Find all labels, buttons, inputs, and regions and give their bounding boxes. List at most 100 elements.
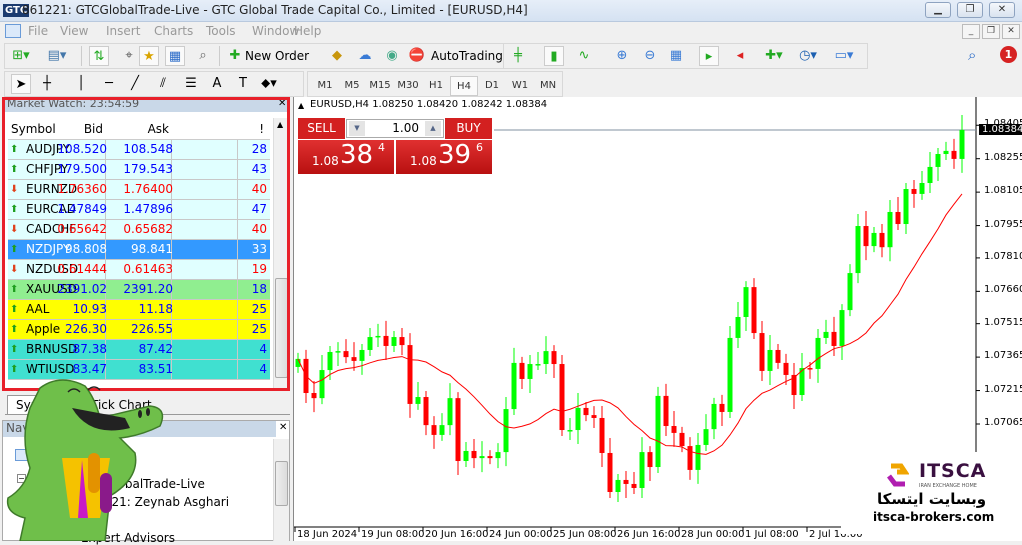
trendline-icon[interactable]: ╱	[125, 74, 145, 94]
lot-size-input[interactable]: ▼ 1.00 ▲	[346, 119, 444, 138]
chart-window[interactable]: ▲ EURUSD,H4 1.08250 1.08420 1.08242 1.08…	[293, 97, 1022, 541]
auto-scroll-icon[interactable]: ▸	[699, 46, 719, 66]
market-watch-scrollbar[interactable]: ▲	[273, 118, 287, 388]
scroll-up-icon[interactable]: ▲	[277, 120, 283, 129]
search-icon[interactable]: ⌕	[968, 46, 976, 64]
arrows-icon[interactable]: ⬥▾	[259, 74, 279, 94]
mdi-minimize-button[interactable]: _	[962, 24, 980, 39]
candle-bullish	[935, 154, 941, 167]
scroll-thumb[interactable]	[275, 278, 287, 378]
column-spread[interactable]: !	[259, 118, 264, 140]
market-watch-row[interactable]: ⬆ BRNUSD 87.38 87.42 4	[8, 340, 270, 360]
restore-button[interactable]: ❐	[957, 2, 983, 18]
market-watch-row[interactable]: ⬆ XAUUSD 2391.02 2391.20 18	[8, 280, 270, 300]
bar-chart-icon[interactable]: ╪	[508, 46, 528, 66]
cursor-icon[interactable]: ➤	[11, 74, 31, 94]
market-watch-row[interactable]: ⬇ EURNZD 1.76360 1.76400 40	[8, 180, 270, 200]
timeframe-h1[interactable]: H1	[422, 76, 450, 96]
navigator-scroll-thumb[interactable]	[275, 461, 288, 506]
horizontal-line-icon[interactable]: ─	[99, 74, 119, 94]
crosshair-data-window-icon[interactable]: ⌖	[119, 46, 139, 66]
indicators-icon[interactable]: ✚▾	[764, 46, 784, 66]
zoom-out-icon[interactable]: ⊖	[640, 46, 660, 66]
new-order-button[interactable]: New Order	[245, 49, 309, 63]
buy-button[interactable]: BUY	[445, 118, 492, 139]
timeframe-m15[interactable]: M15	[366, 76, 394, 96]
candle-bullish	[703, 429, 709, 445]
timeframe-m5[interactable]: M5	[338, 76, 366, 96]
candle-bearish	[551, 351, 557, 365]
column-symbol[interactable]: Symbol	[11, 118, 56, 140]
navigator-icon[interactable]: ★	[139, 46, 159, 66]
menu-file[interactable]: File	[28, 24, 48, 38]
profiles-icon[interactable]: ▤▾	[47, 46, 67, 66]
row-symbol: WTIUSD	[26, 362, 75, 376]
chart-shift-icon[interactable]: ◂	[730, 46, 750, 66]
market-icon[interactable]: ◉	[382, 46, 402, 66]
templates-icon[interactable]: ▭▾	[834, 46, 854, 66]
notification-badge[interactable]: 1	[1000, 46, 1017, 63]
close-navigator-icon[interactable]: ✕	[279, 422, 287, 433]
market-watch-row[interactable]: ⬆ AUDJPY 108.520 108.548 28	[8, 140, 270, 160]
crosshair-icon[interactable]: ┼	[37, 74, 57, 94]
navigator-scrollbar[interactable]	[273, 439, 289, 541]
candle-bearish	[679, 432, 685, 447]
market-watch-row[interactable]: ⬆ NZDJPY 98.808 98.841 33	[8, 240, 270, 260]
lot-increase-button[interactable]: ▲	[425, 121, 441, 136]
candle-bullish	[727, 337, 733, 412]
tile-windows-icon[interactable]: ▦	[666, 46, 686, 66]
candle-bearish	[407, 345, 413, 404]
timeframe-m30[interactable]: M30	[394, 76, 422, 96]
menu-window[interactable]: Window	[252, 24, 299, 38]
lot-size-value[interactable]: 1.00	[392, 121, 419, 135]
new-chart-icon[interactable]: ⊞▾	[11, 46, 31, 66]
text-label-icon[interactable]: T	[233, 74, 253, 94]
menu-insert[interactable]: Insert	[106, 24, 140, 38]
time-tick-label: 19 Jun 08:00	[361, 529, 425, 540]
market-watch-row[interactable]: ⬆ AAL 10.93 11.18 25	[8, 300, 270, 320]
menu-tools[interactable]: Tools	[206, 24, 236, 38]
market-watch-row[interactable]: ⬆ WTIUSD 83.47 83.51 4	[8, 360, 270, 380]
timeframe-h4[interactable]: H4	[450, 76, 478, 96]
market-watch-row[interactable]: ⬇ CADCHF 0.65642 0.65682 40	[8, 220, 270, 240]
timeframe-m1[interactable]: M1	[311, 76, 339, 96]
vertical-line-icon[interactable]: │	[71, 74, 91, 94]
text-icon[interactable]: A	[207, 74, 227, 94]
signals-icon[interactable]: ☁	[355, 46, 375, 66]
timeframe-mn[interactable]: MN	[534, 76, 562, 96]
arrow-up-icon: ⬆	[10, 344, 19, 355]
candle-bearish	[895, 211, 901, 225]
timeframe-d1[interactable]: D1	[478, 76, 506, 96]
row-bid: 0.61444	[57, 262, 107, 276]
close-panel-icon[interactable]: ✕	[278, 100, 286, 109]
column-ask[interactable]: Ask	[148, 118, 169, 140]
mdi-close-button[interactable]: ✕	[1002, 24, 1020, 39]
market-watch-row[interactable]: ⬆ EURCAD 1.47849 1.47896 47	[8, 200, 270, 220]
menu-view[interactable]: View	[60, 24, 88, 38]
column-bid[interactable]: Bid	[84, 118, 103, 140]
market-watch-row[interactable]: ⬆ CHFJPY 179.500 179.543 43	[8, 160, 270, 180]
line-chart-icon[interactable]: ∿	[574, 46, 594, 66]
autotrading-button[interactable]: AutoTrading	[431, 49, 503, 63]
close-button[interactable]: ✕	[989, 2, 1015, 18]
mdi-restore-button[interactable]: ❐	[982, 24, 1000, 39]
sell-button[interactable]: SELL	[298, 118, 345, 139]
candlestick-chart-icon[interactable]: ▮	[544, 46, 564, 66]
market-watch-row[interactable]: ⬆ Apple 226.30 226.55 25	[8, 320, 270, 340]
lot-decrease-button[interactable]: ▼	[349, 121, 365, 136]
minimize-button[interactable]: ▁	[925, 2, 951, 18]
buy-price-button[interactable]: 1.08 39 6	[396, 140, 492, 174]
menu-charts[interactable]: Charts	[154, 24, 193, 38]
metaeditor-icon[interactable]: ◆	[327, 46, 347, 66]
sell-price-button[interactable]: 1.08 38 4	[298, 140, 394, 174]
strategy-tester-icon[interactable]: ⌕	[193, 46, 213, 66]
market-watch-icon[interactable]: ⇅	[89, 46, 109, 66]
timeframe-w1[interactable]: W1	[506, 76, 534, 96]
market-watch-row[interactable]: ⬇ NZDUSD 0.61444 0.61463 19	[8, 260, 270, 280]
menu-help[interactable]: Help	[294, 24, 321, 38]
periods-icon[interactable]: ◷▾	[798, 46, 818, 66]
equidistant-channel-icon[interactable]: ⫽	[153, 74, 173, 94]
fibonacci-icon[interactable]: ☰	[181, 74, 201, 94]
terminal-icon[interactable]: ▦	[165, 46, 185, 66]
zoom-in-icon[interactable]: ⊕	[612, 46, 632, 66]
